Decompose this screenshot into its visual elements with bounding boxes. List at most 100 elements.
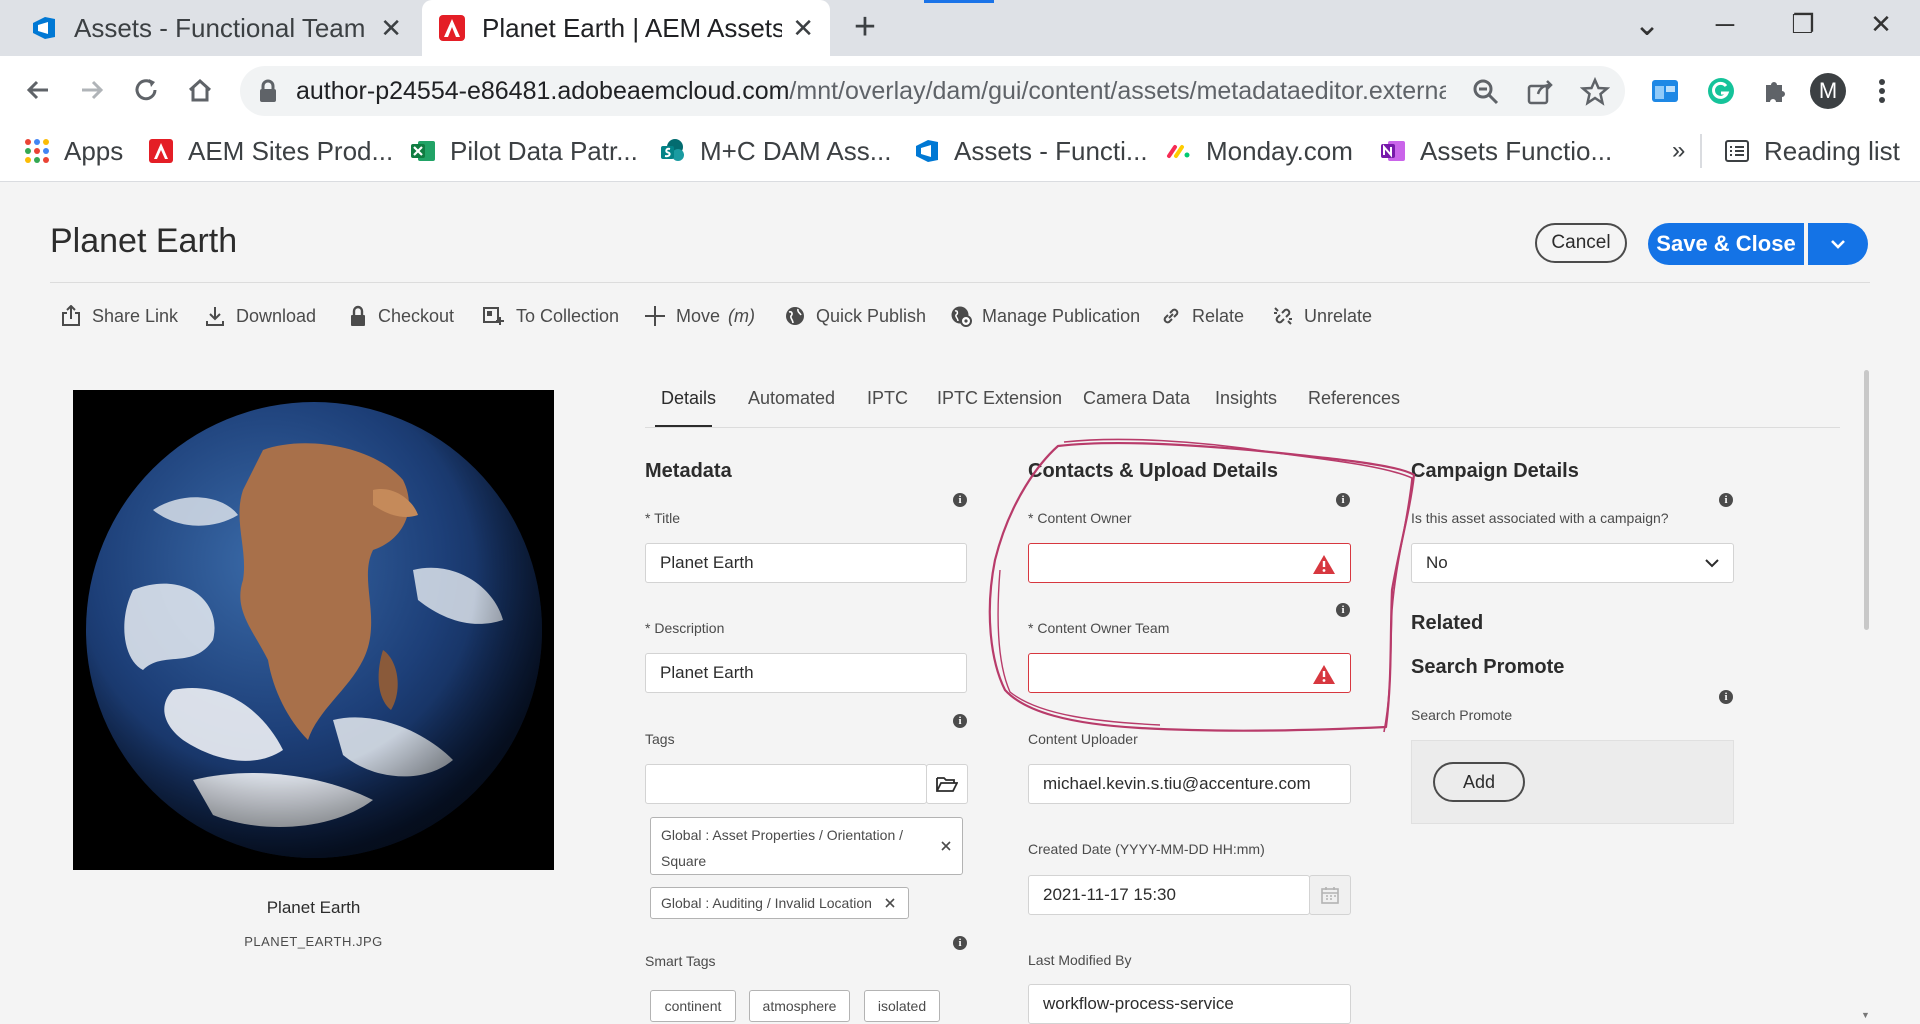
date-picker-button[interactable]	[1309, 875, 1351, 915]
save-close-button[interactable]: Save & Close	[1648, 223, 1804, 265]
created-date-label: Created Date (YYYY-MM-DD HH:mm)	[1028, 841, 1265, 857]
tab-iptc[interactable]: IPTC	[867, 388, 908, 409]
bookmark-aem-sites[interactable]: AEM Sites Prod...	[148, 133, 393, 169]
reading-list-button[interactable]: Reading list	[1724, 133, 1900, 169]
more-bookmarks-button[interactable]: »	[1672, 133, 1685, 169]
related-heading: Related	[1411, 612, 1484, 634]
tab-search-icon[interactable]: ⌄	[1612, 0, 1682, 48]
to-collection-action[interactable]: To Collection	[482, 304, 619, 328]
title-field[interactable]: Planet Earth	[645, 543, 967, 583]
tab-automated[interactable]: Automated	[748, 388, 835, 409]
tab-iptc-extension[interactable]: IPTC Extension	[937, 388, 1062, 409]
window-close-icon[interactable]: ✕	[1846, 0, 1916, 48]
campaign-selected-value: No	[1426, 553, 1448, 572]
home-icon[interactable]	[180, 70, 220, 110]
minimize-icon[interactable]: ─	[1690, 0, 1760, 48]
extension-screen-icon[interactable]	[1650, 76, 1680, 106]
browser-tab-planet-earth[interactable]: Planet Earth | AEM Assets ✕	[422, 0, 830, 56]
info-icon[interactable]: i	[953, 493, 967, 507]
scrollbar-thumb[interactable]	[1864, 370, 1869, 630]
bookmark-monday[interactable]: Monday.com	[1166, 133, 1353, 169]
menu-kebab-icon[interactable]	[1872, 76, 1892, 106]
extensions-puzzle-icon[interactable]	[1760, 76, 1790, 106]
close-tab-icon[interactable]: ✕	[380, 13, 402, 44]
azure-devops-icon	[916, 140, 938, 162]
content-owner-team-field[interactable]	[1028, 653, 1351, 693]
tab-camera-data[interactable]: Camera Data	[1083, 388, 1190, 409]
content-owner-field[interactable]	[1028, 543, 1351, 583]
search-promote-add-button[interactable]: Add	[1433, 762, 1525, 802]
tab-loading-indicator	[924, 0, 994, 3]
bookmark-apps[interactable]: Apps	[24, 133, 123, 169]
bookmark-assets-functional[interactable]: Assets - Functi...	[914, 133, 1148, 169]
campaign-question-label: Is this asset associated with a campaign…	[1411, 510, 1669, 526]
url-text[interactable]: author-p24554-e86481.adobeaemcloud.com/m…	[296, 77, 1446, 106]
azure-devops-icon	[33, 17, 55, 39]
lock-icon[interactable]	[258, 79, 278, 103]
bookmarks-divider	[1700, 134, 1702, 168]
manage-publication-action[interactable]: Manage Publication	[950, 304, 1140, 328]
zoom-icon[interactable]	[1472, 78, 1500, 106]
info-icon[interactable]: i	[1719, 493, 1733, 507]
bookmark-star-icon[interactable]	[1580, 77, 1610, 107]
created-date-field[interactable]: 2021-11-17 15:30	[1028, 875, 1310, 915]
info-icon[interactable]: i	[953, 714, 967, 728]
browser-tab-assets[interactable]: Assets - Functional Team S ✕	[14, 0, 418, 56]
grammarly-icon[interactable]	[1706, 76, 1736, 106]
action-label: Unrelate	[1304, 305, 1373, 326]
search-promote-heading: Search Promote	[1411, 656, 1565, 678]
description-field[interactable]: Planet Earth	[645, 653, 967, 693]
info-icon[interactable]: i	[1719, 690, 1733, 704]
bookmark-assets-onenote[interactable]: Assets Functio...	[1380, 133, 1612, 169]
search-promote-label: Search Promote	[1411, 707, 1513, 723]
bookmark-label: Monday.com	[1206, 135, 1353, 166]
remove-tag-icon[interactable]	[940, 840, 952, 852]
share-icon[interactable]	[1526, 78, 1554, 106]
asset-preview-image	[73, 390, 554, 870]
move-action[interactable]: Move (m)	[644, 304, 755, 328]
tabs-divider	[645, 427, 1840, 428]
scroll-down-arrow[interactable]: ▼	[1861, 1010, 1870, 1020]
earth-image	[86, 402, 542, 858]
tags-browse-button[interactable]	[926, 764, 968, 804]
globe-icon	[786, 307, 804, 325]
contacts-heading: Contacts & Upload Details	[1028, 460, 1279, 482]
bookmark-mc-dam[interactable]: M+C DAM Ass...	[660, 133, 891, 169]
title-label: * Title	[645, 510, 681, 526]
last-modified-by-field[interactable]: workflow-process-service	[1028, 984, 1351, 1024]
info-icon[interactable]: i	[1336, 603, 1350, 617]
download-action[interactable]: Download	[204, 304, 316, 328]
new-tab-button[interactable]: +	[840, 2, 890, 52]
relate-action[interactable]: Relate	[1160, 304, 1244, 328]
tab-insights[interactable]: Insights	[1215, 388, 1277, 409]
save-options-dropdown[interactable]	[1808, 223, 1868, 265]
remove-tag-icon[interactable]	[884, 897, 896, 909]
quick-publish-action[interactable]: Quick Publish	[784, 304, 926, 328]
content-owner-label: * Content Owner	[1028, 510, 1132, 526]
tab-references[interactable]: References	[1308, 388, 1400, 409]
cancel-button[interactable]: Cancel	[1535, 223, 1627, 263]
tags-input[interactable]	[645, 764, 927, 804]
share-icon	[62, 305, 80, 326]
tag-invalid-location: Global : Auditing / Invalid Location	[650, 887, 909, 919]
close-tab-icon[interactable]: ✕	[792, 13, 814, 44]
profile-avatar[interactable]: M	[1810, 73, 1846, 109]
info-icon[interactable]: i	[1336, 493, 1350, 507]
smart-tag-isolated: isolated	[864, 990, 940, 1022]
bookmark-pilot-data[interactable]: Pilot Data Patr...	[410, 133, 638, 169]
calendar-icon	[1321, 887, 1339, 904]
back-icon[interactable]	[18, 70, 58, 110]
restore-icon[interactable]: ❐	[1768, 0, 1838, 48]
unrelate-action[interactable]: Unrelate	[1272, 304, 1372, 328]
share-link-action[interactable]: Share Link	[60, 304, 178, 328]
content-uploader-field[interactable]: michael.kevin.s.tiu@accenture.com	[1028, 764, 1351, 804]
error-alert-icon	[1313, 555, 1335, 574]
info-icon[interactable]: i	[953, 936, 967, 950]
reload-icon[interactable]	[126, 70, 166, 110]
tab-details[interactable]: Details	[661, 388, 716, 409]
tag-text: Global : Asset Properties / Orientation …	[661, 827, 904, 843]
checkout-action[interactable]: Checkout	[348, 304, 454, 328]
campaign-select[interactable]: No	[1411, 543, 1734, 583]
unlink-icon	[1274, 307, 1292, 325]
forward-icon[interactable]	[72, 70, 112, 110]
